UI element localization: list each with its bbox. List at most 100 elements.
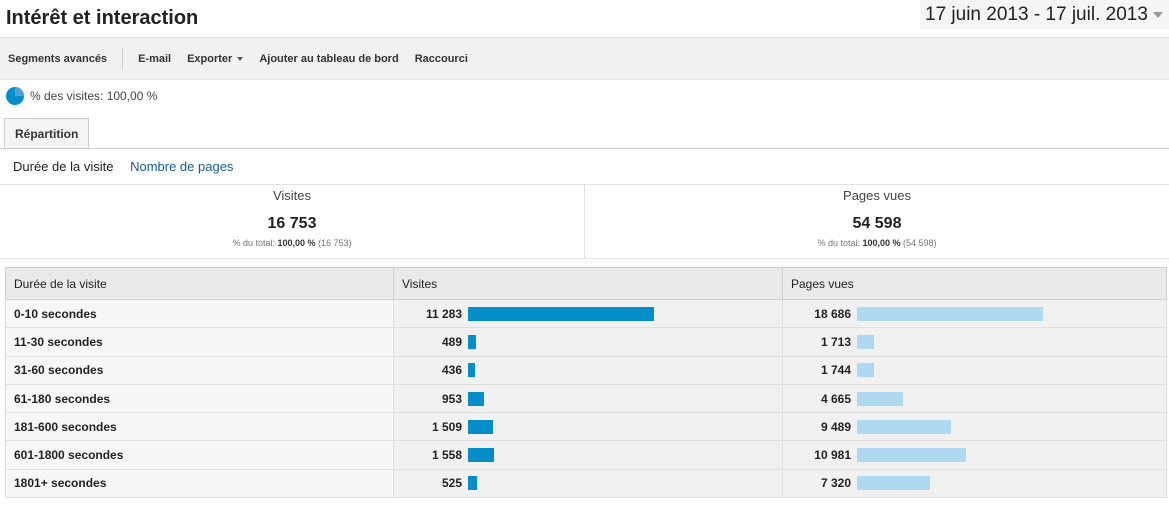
row-duration-label: 181-600 secondes <box>5 412 394 442</box>
row-pageviews-cell: 4 665 <box>782 383 1167 414</box>
table-row: 601-1800 secondes 1 558 10 981 <box>5 440 1167 470</box>
visits-bar <box>468 363 475 378</box>
row-pageviews-cell: 9 489 <box>782 412 1167 442</box>
visits-bar <box>468 334 476 349</box>
visits-value: 525 <box>441 476 462 491</box>
segment-indicator: % des visites: 100,00 % <box>6 87 157 105</box>
table-row: 181-600 secondes 1 509 9 489 <box>5 412 1167 442</box>
bar-track <box>468 448 668 463</box>
pageviews-bar <box>857 306 1043 321</box>
pageviews-summary-label: Pages vues <box>843 188 911 203</box>
pageviews-value: 7 320 <box>820 476 851 491</box>
pageviews-value: 1 713 <box>820 334 851 349</box>
page-title: Intérêt et interaction <box>6 7 199 29</box>
row-visits-cell: 489 <box>393 327 783 357</box>
pageviews-value: 18 686 <box>814 306 851 321</box>
pageviews-total: 54 598 <box>852 215 902 232</box>
tab-repartition[interactable]: Répartition <box>4 118 90 148</box>
bar-track <box>468 363 668 378</box>
bar-track <box>468 419 668 434</box>
pageviews-value: 4 665 <box>820 391 851 406</box>
chevron-down-icon <box>237 56 244 61</box>
bar-track <box>468 306 668 321</box>
row-duration-label: 61-180 secondes <box>5 383 394 414</box>
tab-bar: Répartition <box>0 118 1169 149</box>
bar-track <box>857 334 1057 349</box>
report-toolbar: Segments avancés E-mail Exporter Ajouter… <box>0 37 1169 80</box>
pageviews-value: 10 981 <box>814 448 851 463</box>
column-header-duration[interactable]: Durée de la visite <box>5 267 394 300</box>
bar-track <box>857 391 1057 406</box>
shortcut-button[interactable]: Raccourci <box>407 53 476 65</box>
pct-total: (16 753) <box>318 238 352 248</box>
visits-value: 11 283 <box>425 306 462 321</box>
bar-track <box>468 476 668 491</box>
date-range-text: 17 juin 2013 - 17 juil. 2013 <box>925 3 1148 25</box>
export-button[interactable]: Exporter <box>179 53 251 65</box>
table-row: 31-60 secondes 436 1 744 <box>5 355 1167 385</box>
visits-summary-label: Visites <box>272 188 312 203</box>
data-table: Durée de la visite Visites Pages vues 0-… <box>5 267 1167 499</box>
pct-value: 100,00 % <box>862 238 901 248</box>
pct-total: (54 598) <box>903 238 937 248</box>
row-pageviews-cell: 1 744 <box>782 355 1167 385</box>
pageviews-value: 9 489 <box>820 419 851 434</box>
row-visits-cell: 953 <box>393 383 783 414</box>
visits-bar <box>468 476 477 491</box>
table-row: 1801+ secondes 525 7 320 <box>5 468 1167 499</box>
table-row: 61-180 secondes 953 4 665 <box>5 383 1167 414</box>
toolbar-divider <box>122 47 124 70</box>
visits-value: 489 <box>441 334 462 349</box>
row-visits-cell: 1 558 <box>393 440 783 470</box>
date-range-picker[interactable]: 17 juin 2013 - 17 juil. 2013 <box>920 0 1169 29</box>
pageviews-summary: Pages vues 54 598 % du total: 100,00 % (… <box>584 185 1169 258</box>
row-visits-cell: 1 509 <box>393 412 783 442</box>
pie-icon <box>6 87 24 105</box>
row-duration-label: 31-60 secondes <box>5 355 394 385</box>
row-duration-label: 1801+ secondes <box>5 468 394 499</box>
row-duration-label: 0-10 secondes <box>5 298 394 329</box>
row-visits-cell: 11 283 <box>393 298 783 329</box>
advanced-segments-button[interactable]: Segments avancés <box>0 53 115 65</box>
pageviews-bar <box>857 419 951 434</box>
pageviews-bar <box>857 476 930 491</box>
row-pageviews-cell: 18 686 <box>782 298 1167 329</box>
add-to-dashboard-button[interactable]: Ajouter au tableau de bord <box>251 53 406 65</box>
row-duration-label: 601-1800 secondes <box>5 440 394 470</box>
table-row: 0-10 secondes 11 283 18 686 <box>5 298 1167 329</box>
visits-bar <box>468 306 654 321</box>
column-header-visits[interactable]: Visites <box>393 267 783 300</box>
chevron-down-icon <box>1153 12 1163 18</box>
export-label: Exporter <box>187 52 233 65</box>
email-button[interactable]: E-mail <box>130 53 179 65</box>
subtab-duration[interactable]: Durée de la visite <box>13 159 113 174</box>
table-body: 0-10 secondes 11 283 18 686 11-30 secondes 4… <box>5 298 1167 499</box>
bar-track <box>857 306 1057 321</box>
row-pageviews-cell: 10 981 <box>782 440 1167 470</box>
column-header-pageviews[interactable]: Pages vues <box>782 267 1167 300</box>
visits-percent-of-total: % du total: 100,00 % (16 753) <box>0 238 584 248</box>
row-visits-cell: 525 <box>393 468 783 499</box>
visits-value: 1 558 <box>431 448 462 463</box>
subtab-page-count[interactable]: Nombre de pages <box>130 159 233 174</box>
visits-bar <box>468 448 494 463</box>
pageviews-bar <box>857 363 874 378</box>
pageviews-bar <box>857 334 874 349</box>
row-pageviews-cell: 1 713 <box>782 327 1167 357</box>
bar-track <box>468 391 668 406</box>
visits-bar <box>468 419 493 434</box>
visits-bar <box>468 391 484 406</box>
pageviews-percent-of-total: % du total: 100,00 % (54 598) <box>585 238 1169 248</box>
visits-value: 436 <box>441 363 462 378</box>
bar-track <box>857 448 1057 463</box>
table-row: 11-30 secondes 489 1 713 <box>5 327 1167 357</box>
pageviews-bar <box>857 448 966 463</box>
pct-prefix: % du total: <box>232 238 275 248</box>
visits-value: 1 509 <box>431 419 462 434</box>
visits-summary: Visites 16 753 % du total: 100,00 % (16 … <box>0 185 584 258</box>
summary-scorecard: Visites 16 753 % du total: 100,00 % (16 … <box>0 184 1169 259</box>
row-pageviews-cell: 7 320 <box>782 468 1167 499</box>
visits-total: 16 753 <box>267 215 317 232</box>
pct-prefix: % du total: <box>817 238 860 248</box>
visits-value: 953 <box>441 391 462 406</box>
